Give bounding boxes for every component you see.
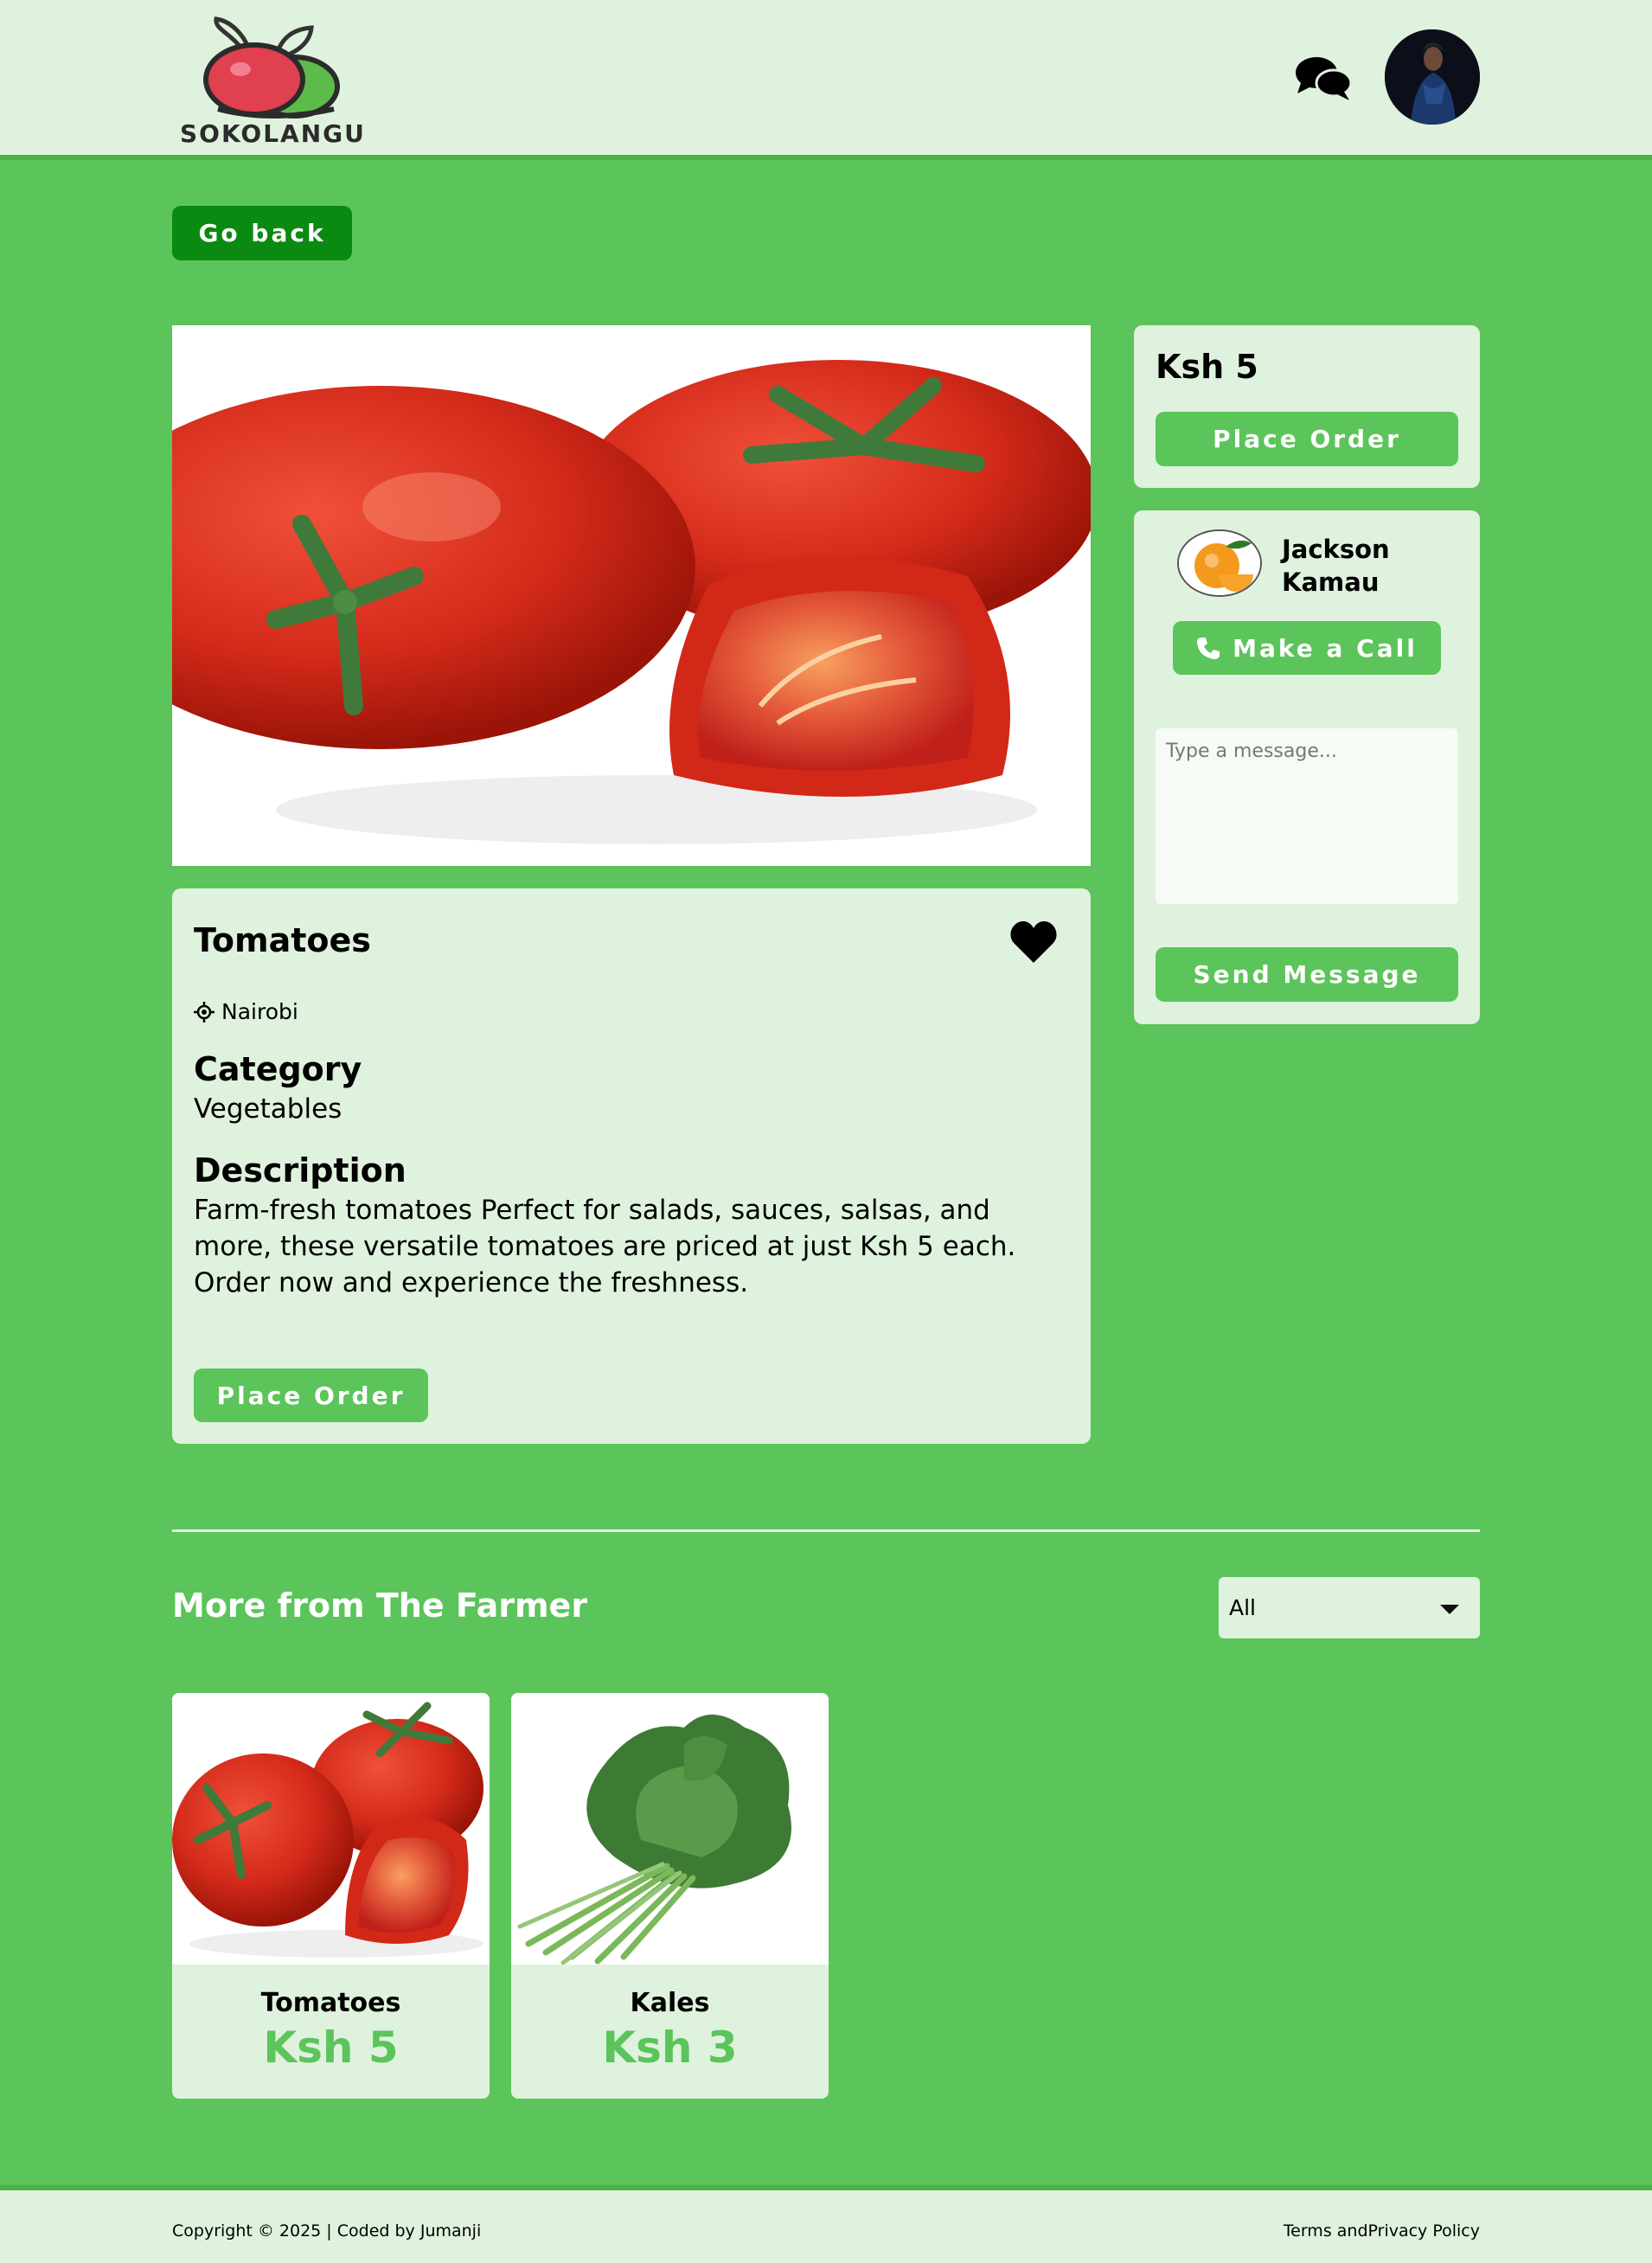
send-message-button[interactable]: Send Message (1156, 947, 1458, 1002)
product-image (172, 325, 1091, 866)
filter-selected-value: All (1229, 1595, 1256, 1620)
logo-text: SOKOLANGU (180, 119, 366, 148)
seller-card: Jackson Kamau Make a Call Send Message (1134, 510, 1480, 1024)
product-location: Nairobi (194, 999, 298, 1024)
location-target-icon (194, 1001, 215, 1023)
product-card-image (172, 1693, 490, 1965)
category-value: Vegetables (194, 1093, 343, 1125)
chevron-down-icon (1440, 1605, 1459, 1614)
price-card: Ksh 5 Place Order (1134, 325, 1480, 488)
more-section-title: More from The Farmer (172, 1587, 588, 1625)
product-card-price: Ksh 3 (602, 2023, 738, 2073)
user-avatar[interactable] (1385, 29, 1480, 125)
product-title: Tomatoes (194, 921, 371, 959)
place-order-button[interactable]: Place Order (194, 1369, 428, 1422)
terms-privacy-link[interactable]: Terms andPrivacy Policy (1284, 2221, 1480, 2241)
product-card-name: Kales (630, 1988, 710, 2018)
section-divider (172, 1529, 1480, 1532)
make-call-button[interactable]: Make a Call (1173, 621, 1441, 675)
make-call-label: Make a Call (1233, 633, 1418, 663)
logo[interactable]: SOKOLANGU (180, 16, 366, 150)
description-text: Farm-fresh tomatoes Perfect for salads, … (194, 1195, 1016, 1298)
product-card[interactable]: Tomatoes Ksh 5 (172, 1693, 490, 2099)
category-heading: Category (194, 1050, 362, 1088)
message-input[interactable] (1156, 728, 1458, 904)
product-details-card: Tomatoes Nairobi Category Vegetables Des… (172, 888, 1091, 1444)
price: Ksh 5 (1156, 348, 1258, 386)
seller-name: Jackson Kamau (1282, 535, 1390, 597)
logo-fruit-icon (203, 16, 340, 119)
location-text: Nairobi (221, 999, 298, 1024)
seller-avatar (1177, 529, 1262, 597)
chat-icon[interactable] (1294, 54, 1353, 104)
description-heading: Description (194, 1151, 407, 1189)
copyright-text: Copyright © 2025 | Coded by Jumanji (172, 2221, 482, 2241)
footer: Copyright © 2025 | Coded by Jumanji Term… (0, 2185, 1652, 2263)
go-back-button[interactable]: Go back (172, 206, 352, 260)
phone-icon (1197, 638, 1220, 659)
product-card-name: Tomatoes (260, 1988, 401, 2018)
header: SOKOLANGU (0, 0, 1652, 160)
product-card-price: Ksh 5 (263, 2023, 399, 2073)
heart-icon[interactable] (1009, 920, 1058, 965)
product-card[interactable]: Kales Ksh 3 (511, 1693, 829, 2099)
product-card-image (511, 1693, 829, 1965)
place-order-side-button[interactable]: Place Order (1156, 412, 1458, 466)
filter-select[interactable]: All (1219, 1577, 1480, 1638)
